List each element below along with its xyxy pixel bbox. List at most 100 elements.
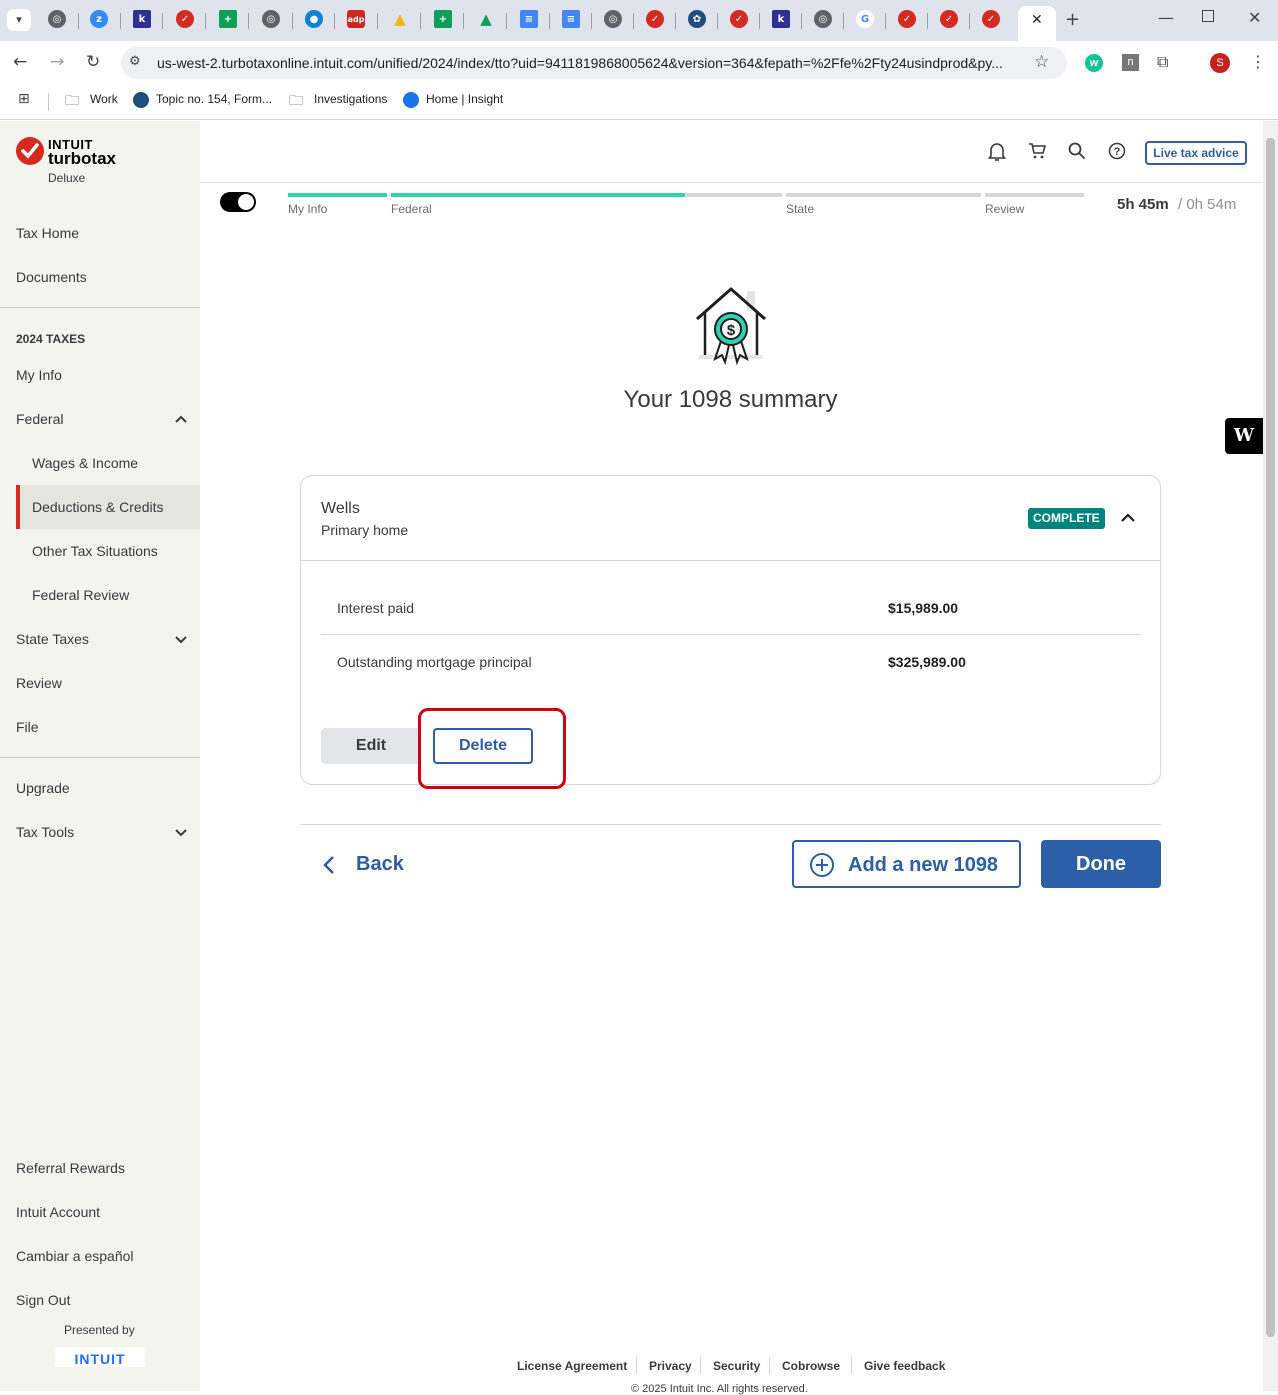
tab-k-icon[interactable]: k <box>772 10 790 28</box>
scrollbar-thumb[interactable] <box>1266 138 1275 1337</box>
new-tab-icon[interactable]: + <box>1065 9 1080 30</box>
back-nav-icon[interactable]: ← <box>13 52 27 72</box>
tab-sheets-icon[interactable]: + <box>219 10 237 28</box>
sidebar-item-review[interactable]: Review <box>16 675 62 691</box>
search-icon[interactable] <box>1068 142 1086 160</box>
help-icon[interactable]: ? <box>1108 142 1126 160</box>
progress-label-federal: Federal <box>391 202 432 216</box>
tab-turbotax-icon[interactable]: ✓ <box>730 10 748 28</box>
writer-widget-icon[interactable]: W <box>1225 418 1263 454</box>
tab-drive-icon[interactable]: ▲ <box>391 10 409 28</box>
progress-label-review: Review <box>985 202 1025 216</box>
bookmark-topic-154[interactable]: Topic no. 154, Form... <box>156 92 272 106</box>
back-button[interactable]: Back <box>320 848 420 882</box>
sidebar-item-tax-tools[interactable]: Tax Tools <box>16 824 74 840</box>
edition-label: Deluxe <box>48 171 86 185</box>
footer-link-privacy[interactable]: Privacy <box>649 1359 692 1373</box>
svg-text:?: ? <box>1114 146 1121 158</box>
footer-link-feedback[interactable]: Give feedback <box>864 1359 945 1373</box>
bookmark-investigations[interactable]: Investigations <box>314 92 387 106</box>
chrome-menu-icon[interactable]: ⋮ <box>1250 52 1266 71</box>
add-new-1098-button[interactable]: Add a new 1098 <box>792 840 1021 888</box>
apps-grid-icon[interactable]: ⊞ <box>18 91 30 107</box>
tab-drive-icon[interactable]: ▲ <box>477 10 495 28</box>
live-tax-advice-button[interactable]: Live tax advice <box>1145 141 1247 165</box>
forward-nav-icon[interactable]: → <box>50 52 64 72</box>
tab-search-button[interactable]: ▾ <box>7 9 31 31</box>
sidebar-item-sign-out[interactable]: Sign Out <box>16 1292 70 1308</box>
top-header <box>200 121 1263 183</box>
content-divider <box>300 824 1161 825</box>
mode-toggle[interactable] <box>220 192 256 212</box>
reload-icon[interactable]: ↻ <box>86 52 100 72</box>
sidebar-item-referral[interactable]: Referral Rewards <box>16 1160 125 1176</box>
sidebar-item-spanish[interactable]: Cambiar a español <box>16 1248 134 1264</box>
sidebar-item-account[interactable]: Intuit Account <box>16 1204 100 1220</box>
time-estimate: 5h 45m <box>1117 196 1169 213</box>
url-text[interactable]: us-west-2.turbotaxonline.intuit.com/unif… <box>157 55 1003 71</box>
chevron-down-icon[interactable] <box>174 632 188 646</box>
minimize-icon[interactable]: — <box>1158 8 1174 27</box>
notion-extension-icon[interactable]: n <box>1122 54 1139 71</box>
house-certificate-icon: $ <box>696 287 766 365</box>
tab-docs-icon[interactable]: ≡ <box>520 10 538 28</box>
footer-link-cobrowse[interactable]: Cobrowse <box>782 1359 840 1373</box>
footer-link-license[interactable]: License Agreement <box>517 1359 627 1373</box>
tab-zoom-icon[interactable]: z <box>90 10 108 28</box>
bookmark-work[interactable]: Work <box>90 92 118 106</box>
tab-chrome-icon[interactable]: ◎ <box>262 10 280 28</box>
sidebar-item-documents[interactable]: Documents <box>16 269 87 285</box>
active-tab[interactable]: ✕ <box>1018 6 1056 41</box>
tab-k-icon[interactable]: k <box>133 10 151 28</box>
bookmark-home-insight[interactable]: Home | Insight <box>426 92 503 106</box>
folder-icon: 🗀 <box>289 93 303 109</box>
svg-text:$: $ <box>727 322 736 339</box>
principal-value: $325,989.00 <box>888 654 966 670</box>
tab-docs-icon[interactable]: ≡ <box>562 10 580 28</box>
tab-google-icon[interactable]: G <box>856 10 874 28</box>
sidebar-item-deductions[interactable]: Deductions & Credits <box>32 499 164 515</box>
edit-button[interactable]: Edit <box>321 728 421 764</box>
maximize-icon[interactable] <box>1202 10 1214 22</box>
tab-turbotax-icon[interactable]: ✓ <box>176 10 194 28</box>
sidebar-item-my-info[interactable]: My Info <box>16 367 62 383</box>
sidebar-item-tax-home[interactable]: Tax Home <box>16 225 79 241</box>
intuit-logo: INTUIT <box>55 1347 145 1367</box>
progress-review <box>985 193 1084 197</box>
sidebar-item-federal-review[interactable]: Federal Review <box>32 587 129 603</box>
chevron-up-icon[interactable] <box>1119 509 1137 527</box>
tab-chrome-icon[interactable]: ◎ <box>604 10 622 28</box>
interest-paid-label: Interest paid <box>337 600 415 616</box>
sidebar-item-other[interactable]: Other Tax Situations <box>32 543 158 559</box>
cart-icon[interactable] <box>1028 142 1046 160</box>
chevron-up-icon[interactable] <box>174 412 188 426</box>
tab-turbotax-icon[interactable]: ✓ <box>940 10 958 28</box>
progress-state <box>786 193 981 197</box>
sidebar-item-file[interactable]: File <box>16 719 39 735</box>
footer-link-security[interactable]: Security <box>713 1359 760 1373</box>
grammarly-extension-icon[interactable]: w <box>1085 54 1103 72</box>
tab-chrome-icon[interactable]: ◎ <box>48 10 66 28</box>
tab-irs-icon[interactable]: ✿ <box>688 10 706 28</box>
bookmark-star-icon[interactable]: ☆ <box>1034 52 1049 72</box>
profile-avatar[interactable]: S <box>1210 53 1230 73</box>
sidebar-item-state-taxes[interactable]: State Taxes <box>16 631 89 647</box>
tab-turbotax-icon[interactable]: ✓ <box>898 10 916 28</box>
close-window-icon[interactable]: ✕ <box>1248 8 1261 27</box>
tab-turbotax-icon[interactable]: ✓ <box>982 10 1000 28</box>
done-button[interactable]: Done <box>1041 840 1161 888</box>
tab-chrome-icon[interactable]: ◎ <box>814 10 832 28</box>
tab-adp-icon[interactable]: adp <box>347 10 365 28</box>
tab-turbotax-icon[interactable]: ✓ <box>646 10 664 28</box>
extensions-puzzle-icon[interactable]: ⧉ <box>1157 52 1168 72</box>
bell-icon[interactable] <box>988 142 1006 162</box>
tab-edge-icon[interactable]: ● <box>305 10 323 28</box>
sidebar-item-upgrade[interactable]: Upgrade <box>16 780 70 796</box>
chevron-down-icon[interactable] <box>174 825 188 839</box>
site-info-icon[interactable]: ⚙ <box>129 54 141 69</box>
sidebar-item-federal[interactable]: Federal <box>16 411 63 427</box>
sidebar-item-wages[interactable]: Wages & Income <box>32 455 138 471</box>
tab-sheets-icon[interactable]: + <box>434 10 452 28</box>
tab-close-icon[interactable]: ✕ <box>1031 12 1043 28</box>
progress-my-info <box>288 193 387 197</box>
